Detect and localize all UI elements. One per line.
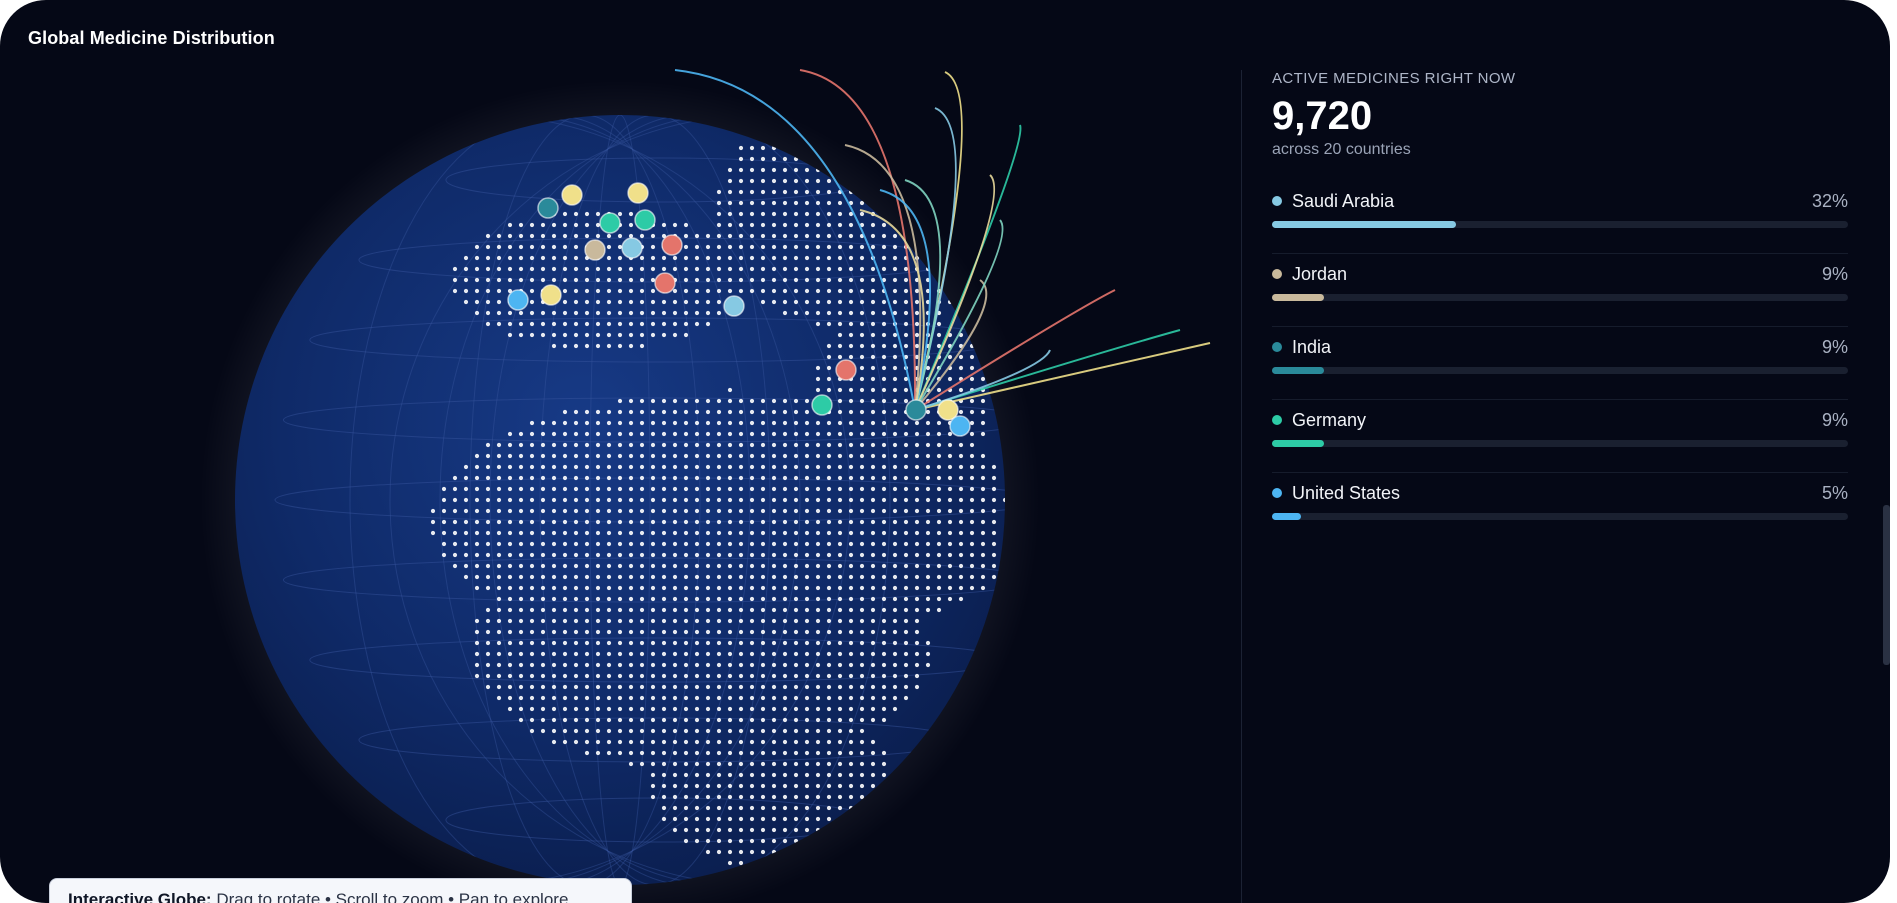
share-bar-fill	[1272, 513, 1301, 520]
app-frame: Global Medicine Distribution Interactive…	[0, 0, 1890, 903]
globe-hint-strong: Interactive Globe:	[68, 890, 212, 903]
country-name: India	[1292, 337, 1332, 357]
share-bar-fill	[1272, 221, 1457, 228]
country-percent: 9%	[1821, 264, 1848, 284]
country-color-dot	[1272, 488, 1282, 498]
country-marker[interactable]	[654, 272, 676, 294]
country-row-jordan[interactable]: Jordan 9%	[1272, 254, 1848, 327]
country-marker[interactable]	[949, 415, 971, 437]
globe-canvas[interactable]	[0, 0, 1240, 903]
country-name: Jordan	[1292, 264, 1348, 284]
country-name: Germany	[1292, 410, 1367, 430]
country-marker[interactable]	[723, 295, 745, 317]
stats-label: ACTIVE MEDICINES RIGHT NOW	[1272, 70, 1516, 87]
country-marker[interactable]	[584, 239, 606, 261]
country-marker[interactable]	[835, 359, 857, 381]
country-color-dot	[1272, 269, 1282, 279]
country-marker[interactable]	[599, 212, 621, 234]
country-marker[interactable]	[507, 289, 529, 311]
country-color-dot	[1272, 415, 1282, 425]
country-marker[interactable]	[537, 197, 559, 219]
country-row-saudi-arabia[interactable]: Saudi Arabia 32%	[1272, 181, 1848, 254]
share-bar-track	[1272, 294, 1848, 301]
country-color-dot	[1272, 196, 1282, 206]
share-bar-track	[1272, 513, 1848, 520]
country-row-india[interactable]: India 9%	[1272, 327, 1848, 400]
globe-hint: Interactive Globe: Drag to rotate • Scro…	[49, 878, 632, 903]
country-marker[interactable]	[621, 237, 643, 259]
country-marker[interactable]	[634, 209, 656, 231]
country-marker[interactable]	[661, 234, 683, 256]
active-medicines-count: 9,720	[1272, 94, 1373, 138]
country-row-united-states[interactable]: United States 5%	[1272, 473, 1848, 546]
country-name: Saudi Arabia	[1292, 191, 1395, 211]
country-list: Saudi Arabia 32% Jordan 9% India 9% Germ…	[1272, 181, 1848, 546]
country-marker[interactable]	[540, 284, 562, 306]
interactive-globe[interactable]	[0, 0, 1240, 903]
share-bar-track	[1272, 440, 1848, 447]
country-marker[interactable]	[811, 394, 833, 416]
share-bar-fill	[1272, 440, 1324, 447]
share-bar-fill	[1272, 367, 1324, 374]
country-name: United States	[1292, 483, 1401, 503]
countries-count: across 20 countries	[1272, 141, 1411, 158]
country-percent: 32%	[1811, 191, 1848, 211]
share-bar-fill	[1272, 294, 1324, 301]
country-percent: 9%	[1821, 410, 1848, 430]
share-bar-track	[1272, 221, 1848, 228]
country-marker[interactable]	[561, 184, 583, 206]
country-color-dot	[1272, 342, 1282, 352]
country-marker[interactable]	[905, 399, 927, 421]
country-percent: 9%	[1821, 337, 1848, 357]
country-row-germany[interactable]: Germany 9%	[1272, 400, 1848, 473]
scrollbar-thumb[interactable]	[1883, 505, 1890, 665]
panel-divider	[1241, 70, 1242, 903]
globe-hint-text: Drag to rotate • Scroll to zoom • Pan to…	[211, 890, 569, 903]
country-percent: 5%	[1821, 483, 1848, 503]
share-bar-track	[1272, 367, 1848, 374]
country-marker[interactable]	[627, 182, 649, 204]
stats-panel: ACTIVE MEDICINES RIGHT NOW 9,720 across …	[1272, 70, 1848, 546]
